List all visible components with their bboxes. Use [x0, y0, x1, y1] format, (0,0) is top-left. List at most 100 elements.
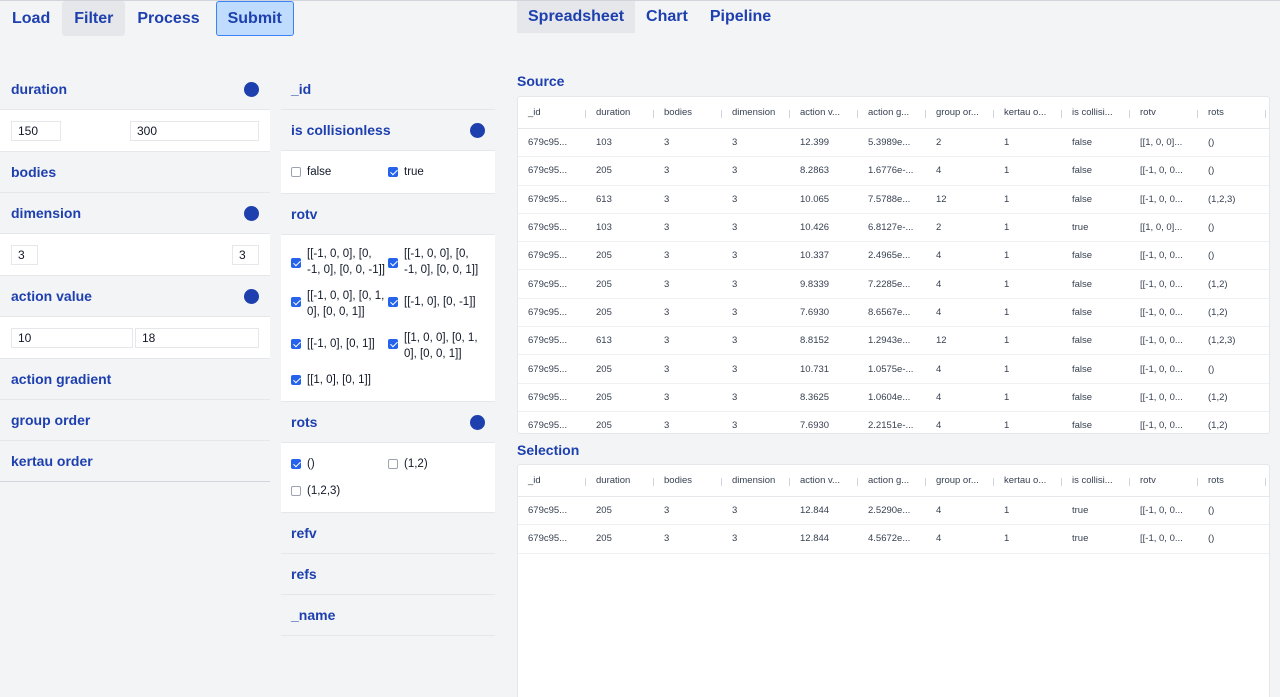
checkbox[interactable]: [291, 167, 301, 177]
column-header[interactable]: action g...: [858, 107, 926, 118]
table-row[interactable]: 679c95... 205 3 3 10.731 1.0575e-... 4 1 false [[…: [518, 355, 1269, 384]
filter-group-order-header[interactable]: group order: [0, 400, 270, 441]
dimension-max-input[interactable]: 3: [232, 244, 259, 265]
rotv-option[interactable]: [[-1, 0, 0], [0, 1, 0], [0, 0, 1]]: [291, 283, 388, 325]
checkbox[interactable]: [291, 486, 301, 496]
tab-pipeline[interactable]: Pipeline: [699, 1, 782, 33]
column-header[interactable]: rots: [1198, 475, 1266, 486]
checkbox[interactable]: [388, 339, 398, 349]
column-header[interactable]: rotv: [1130, 107, 1198, 118]
column-header[interactable]: action v...: [790, 475, 858, 486]
table-cell: (1,2): [1208, 420, 1228, 432]
checkbox[interactable]: [291, 258, 301, 268]
checkbox[interactable]: [388, 459, 398, 469]
option-false[interactable]: false: [291, 159, 388, 185]
table-row[interactable]: 679c95... 205 3 3 7.6930 8.6567e... 4 1 false [[-…: [518, 299, 1269, 328]
nav-submit-button[interactable]: Submit: [215, 1, 294, 36]
tab-spreadsheet[interactable]: Spreadsheet: [517, 1, 636, 33]
checkbox[interactable]: [291, 339, 301, 349]
filter-refv-header[interactable]: refv: [281, 513, 495, 554]
rots-option[interactable]: (): [291, 451, 388, 477]
checkbox[interactable]: [388, 297, 398, 307]
action-value-max-input[interactable]: 18: [135, 327, 259, 348]
table-cell: 1.6776e-...: [868, 165, 914, 177]
table-row[interactable]: 679c95... 205 3 3 12.844 2.5290e... 4 1 true [[-1…: [518, 497, 1269, 526]
checkbox[interactable]: [291, 459, 301, 469]
column-header[interactable]: dimension: [722, 475, 790, 486]
table-cell: 679c95...: [528, 278, 568, 290]
column-header[interactable]: duration: [586, 475, 654, 486]
table-cell: 679c95...: [528, 391, 568, 403]
table-row[interactable]: 679c95... 103 3 3 12.399 5.3989e... 2 1 false [[1…: [518, 129, 1269, 158]
rotv-option[interactable]: [[-1, 0], [0, 1]]: [291, 325, 388, 367]
filter-action-gradient-header[interactable]: action gradient: [0, 359, 270, 400]
table-row[interactable]: 679c95... 613 3 3 10.065 7.5788e... 12 1 false [[…: [518, 186, 1269, 214]
filter-name-header[interactable]: _name: [281, 595, 495, 636]
column-header[interactable]: is collisi...: [1062, 475, 1130, 486]
filter-action-value-header[interactable]: action value: [0, 276, 270, 317]
table-cell: 1: [1004, 391, 1010, 403]
option-true[interactable]: true: [388, 159, 485, 185]
column-header[interactable]: group or...: [926, 107, 994, 118]
filter-refs-header[interactable]: refs: [281, 554, 495, 595]
table-cell: 679c95...: [528, 505, 568, 517]
rots-option[interactable]: (1,2,3): [291, 477, 485, 504]
filter-id-header[interactable]: _id: [281, 69, 495, 110]
rots-option[interactable]: (1,2): [388, 451, 485, 477]
column-header[interactable]: action v...: [790, 107, 858, 118]
table-cell: 8.3625: [800, 391, 830, 403]
filter-rotv-header[interactable]: rotv: [281, 194, 495, 235]
nav-load-button[interactable]: Load: [0, 1, 62, 36]
tab-chart[interactable]: Chart: [635, 1, 699, 33]
filter-dimension-header[interactable]: dimension: [0, 193, 270, 234]
filter-kertau-order-header[interactable]: kertau order: [0, 441, 270, 482]
action-value-min-input[interactable]: 10: [11, 327, 133, 348]
column-header[interactable]: _id: [518, 475, 586, 486]
column-header[interactable]: action g...: [858, 475, 926, 486]
column-header[interactable]: rotv: [1130, 475, 1198, 486]
rotv-option[interactable]: [[1, 0], [0, 1]]: [291, 367, 485, 393]
column-header[interactable]: bodies: [654, 107, 722, 118]
rotv-option[interactable]: [[1, 0, 0], [0, 1, 0], [0, 0, 1]]: [388, 325, 485, 367]
table-row[interactable]: 679c95... 205 3 3 8.3625 1.0604e... 4 1 false [[-…: [518, 384, 1269, 412]
column-header[interactable]: duration: [586, 107, 654, 118]
filter-is-collisionless-header[interactable]: is collisionless: [281, 110, 495, 151]
table-header-row: _id duration bodies dimension action v... act…: [518, 465, 1269, 497]
column-header[interactable]: rots: [1198, 107, 1266, 118]
table-row[interactable]: 679c95... 205 3 3 7.6930 2.2151e-... 4 1 false [[…: [518, 412, 1269, 433]
column-header[interactable]: bodies: [654, 475, 722, 486]
duration-max-input[interactable]: 300: [130, 120, 259, 141]
table-row[interactable]: 679c95... 103 3 3 10.426 6.8127e-... 2 1 true [[1…: [518, 214, 1269, 243]
column-header[interactable]: is collisi...: [1062, 107, 1130, 118]
checkbox[interactable]: [291, 375, 301, 385]
rotv-option[interactable]: [[-1, 0, 0], [0, -1, 0], [0, 0, 1]]: [388, 241, 485, 283]
rotv-option[interactable]: [[-1, 0, 0], [0, -1, 0], [0, 0, -1]]: [291, 241, 388, 283]
column-header[interactable]: _id: [518, 107, 586, 118]
column-header[interactable]: dimension: [722, 107, 790, 118]
table-cell: 1.0575e-...: [868, 363, 914, 375]
rotv-option[interactable]: [[-1, 0], [0, -1]]: [388, 283, 485, 325]
table-row[interactable]: 679c95... 205 3 3 10.337 2.4965e... 4 1 false [[-…: [518, 242, 1269, 271]
option-label: true: [404, 166, 424, 178]
filter-rots-header[interactable]: rots: [281, 402, 495, 443]
table-row[interactable]: 679c95... 205 3 3 9.8339 7.2285e... 4 1 false [[-…: [518, 270, 1269, 299]
column-header[interactable]: group or...: [926, 475, 994, 486]
checkbox[interactable]: [388, 258, 398, 268]
filter-duration-header[interactable]: duration: [0, 69, 270, 110]
checkbox[interactable]: [388, 167, 398, 177]
checkbox[interactable]: [291, 297, 301, 307]
table-row[interactable]: 679c95... 205 3 3 8.2863 1.6776e-... 4 1 false [[…: [518, 157, 1269, 186]
table-cell: 12: [936, 193, 947, 205]
dimension-min-input[interactable]: 3: [11, 244, 38, 265]
table-row[interactable]: 679c95... 205 3 3 12.844 4.5672e... 4 1 true [[-1…: [518, 525, 1269, 554]
table-cell: 3: [664, 335, 670, 347]
duration-min-input[interactable]: 150: [11, 120, 61, 141]
filter-bodies-header[interactable]: bodies: [0, 152, 270, 193]
table-cell: (1,2): [1208, 278, 1228, 290]
column-header[interactable]: kertau o...: [994, 107, 1062, 118]
column-header[interactable]: kertau o...: [994, 475, 1062, 486]
table-cell: 8.8152: [800, 335, 830, 347]
nav-process-button[interactable]: Process: [125, 1, 211, 36]
nav-filter-button[interactable]: Filter: [62, 1, 126, 36]
table-row[interactable]: 679c95... 613 3 3 8.8152 1.2943e... 12 1 false [[…: [518, 327, 1269, 356]
